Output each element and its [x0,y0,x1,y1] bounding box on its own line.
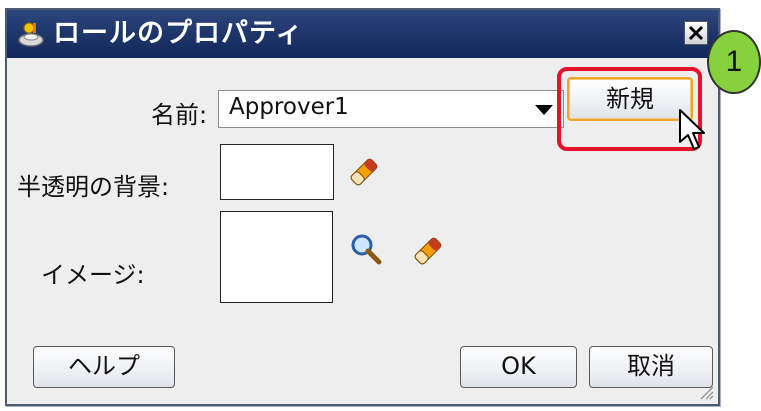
name-value: Approver1 [229,94,349,120]
image-label: イメージ: [41,261,145,289]
role-icon [17,20,47,48]
mouse-cursor-icon [678,108,708,156]
close-button[interactable] [684,21,708,45]
step-number-badge: 1 [707,30,761,94]
search-icon[interactable] [349,232,383,270]
eraser-icon[interactable] [347,155,381,193]
name-label: 名前: [151,101,208,129]
resize-grip-icon[interactable] [698,384,714,400]
title-bar[interactable]: ロールのプロパティ [7,10,718,58]
dialog-title: ロールのプロパティ [53,18,304,49]
eraser-icon[interactable] [411,234,445,272]
translucent-background-swatch[interactable] [220,144,334,200]
dropdown-arrow-icon[interactable] [535,105,553,115]
help-button[interactable]: ヘルプ [33,346,175,388]
name-combobox[interactable]: Approver1 [218,90,564,128]
close-icon [685,22,707,44]
image-preview[interactable] [220,211,333,303]
cancel-button[interactable]: 取消 [589,346,713,388]
ok-button[interactable]: OK [460,346,577,388]
translucent-background-label: 半透明の背景: [17,173,170,201]
